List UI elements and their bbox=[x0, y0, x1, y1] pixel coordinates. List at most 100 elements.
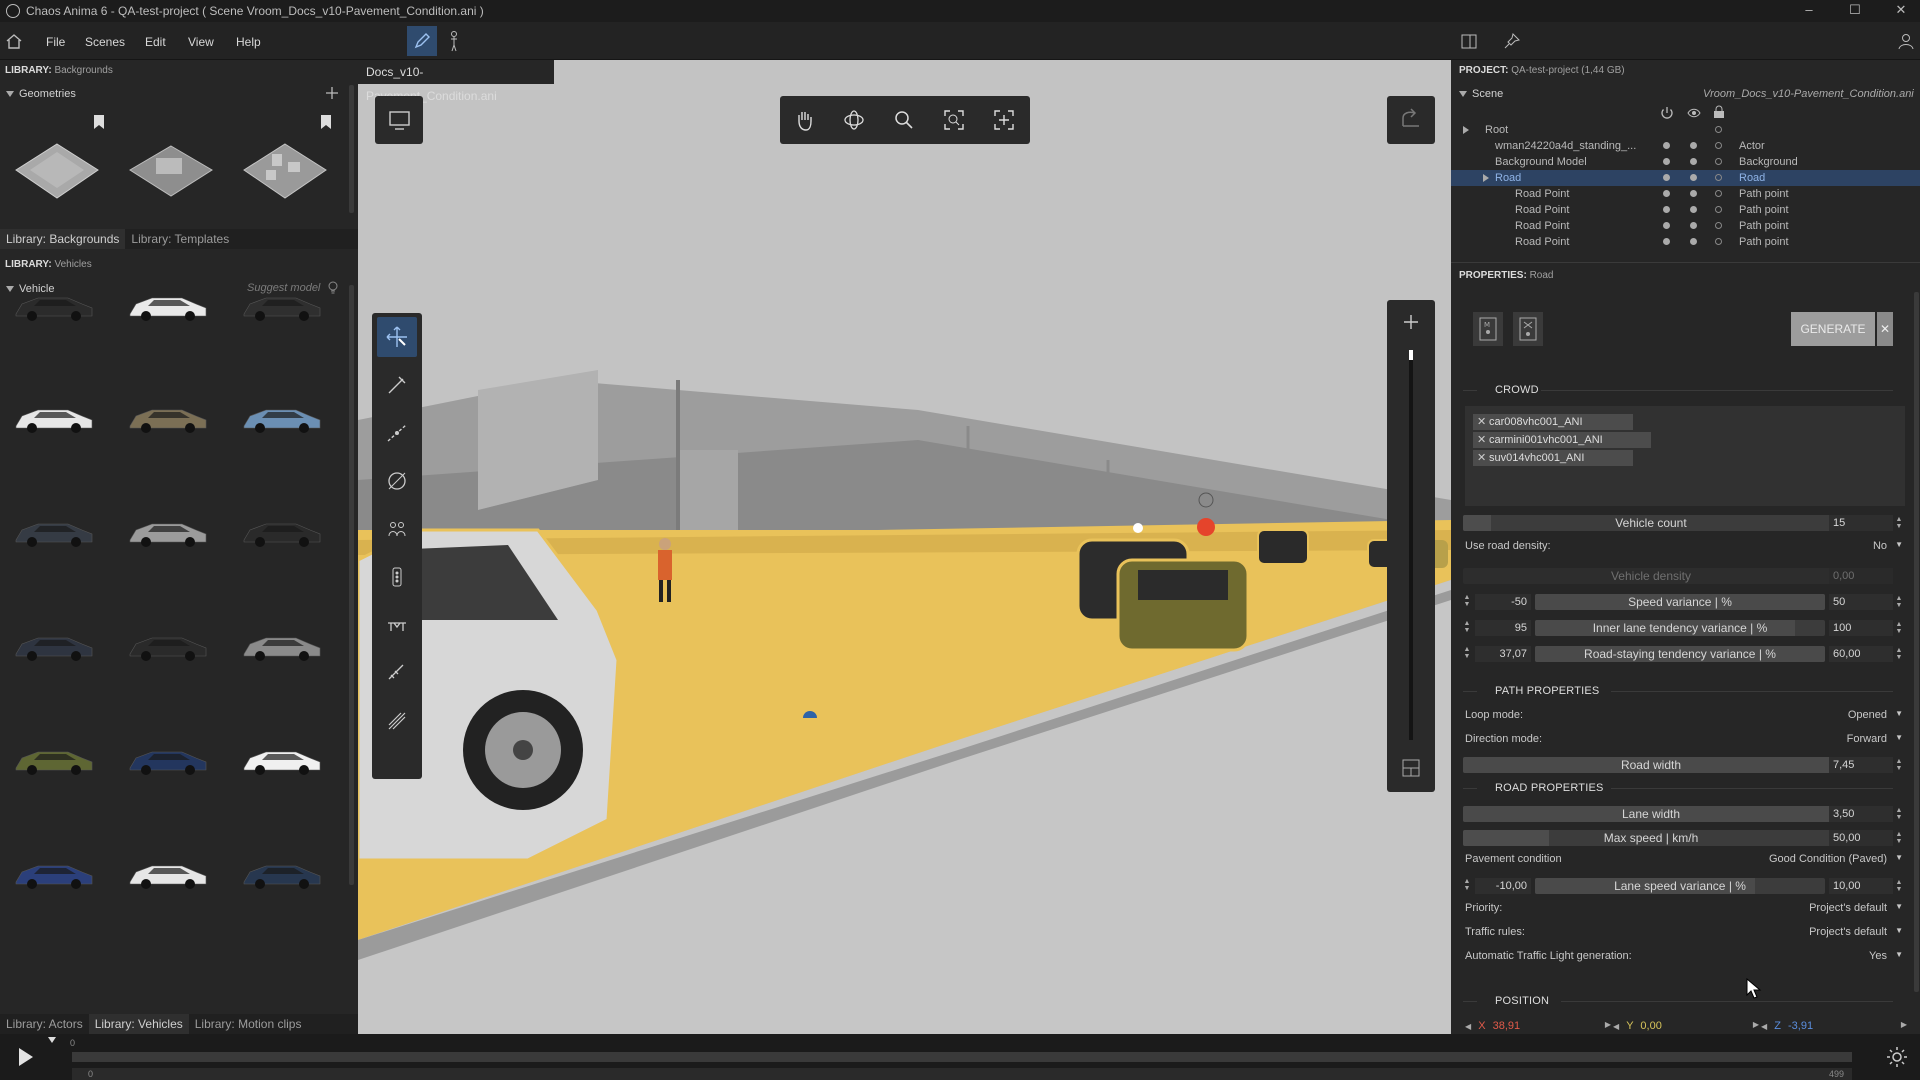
vehicle-count-input[interactable]: 15 bbox=[1829, 515, 1893, 531]
lane-width-slider[interactable]: Lane width bbox=[1463, 806, 1839, 822]
road-staying-max-input[interactable]: 60,00 bbox=[1829, 646, 1893, 662]
vehicle-count-slider[interactable]: Vehicle count bbox=[1463, 515, 1839, 531]
road-width-input[interactable]: 7,45 bbox=[1829, 757, 1893, 773]
vehicle-thumb[interactable] bbox=[12, 740, 96, 780]
visibility-toggle[interactable] bbox=[1690, 142, 1697, 149]
bookmark-star-icon[interactable] bbox=[93, 114, 105, 130]
lane-speed-min-spinner[interactable]: ▲ ▼ bbox=[1463, 878, 1471, 892]
timeline-range-bar[interactable]: 0 499 bbox=[72, 1068, 1852, 1080]
lock-toggle[interactable] bbox=[1715, 158, 1722, 165]
playhead-marker-icon[interactable] bbox=[48, 1034, 56, 1043]
lane-speed-max-input[interactable]: 10,00 bbox=[1829, 878, 1893, 894]
direction-mode-row[interactable]: Direction mode: Forward ▼ bbox=[1463, 733, 1903, 751]
remove-tag-icon[interactable]: ✕ bbox=[1477, 432, 1486, 448]
crowd-model-tag[interactable]: ✕ car008vhc001_ANI bbox=[1473, 414, 1633, 430]
road-staying-max-spinner[interactable]: ▲ ▼ bbox=[1895, 647, 1903, 661]
visibility-toggle[interactable] bbox=[1690, 158, 1697, 165]
lane-speed-min-input[interactable]: -10,00 bbox=[1475, 878, 1531, 894]
lane-speed-max-spinner[interactable]: ▲ ▼ bbox=[1895, 879, 1903, 893]
remove-tag-icon[interactable]: ✕ bbox=[1477, 414, 1486, 430]
geometry-thumb-2[interactable] bbox=[128, 140, 214, 202]
pavement-condition-row[interactable]: Pavement condition Good Condition (Paved… bbox=[1463, 853, 1903, 871]
display-mode-button[interactable] bbox=[375, 96, 423, 144]
lock-toggle[interactable] bbox=[1715, 190, 1722, 197]
scene-tree-row[interactable]: Root bbox=[1451, 122, 1920, 138]
scene-tree-row[interactable]: Road Road bbox=[1451, 170, 1920, 186]
lock-toggle[interactable] bbox=[1715, 222, 1722, 229]
vehicle-list-scrollbar[interactable] bbox=[349, 285, 354, 885]
vehicle-thumb[interactable] bbox=[12, 626, 96, 666]
lane-speed-slider[interactable]: Lane speed variance | % bbox=[1535, 878, 1825, 894]
traffic-rules-row[interactable]: Traffic rules: Project's default ▼ bbox=[1463, 926, 1903, 944]
lock-toggle[interactable] bbox=[1715, 126, 1722, 133]
enabled-toggle[interactable] bbox=[1663, 142, 1670, 149]
auto-traffic-light-row[interactable]: Automatic Traffic Light generation: Yes … bbox=[1463, 950, 1903, 968]
pin-icon[interactable] bbox=[1504, 33, 1520, 49]
menu-view[interactable]: View bbox=[188, 35, 214, 49]
enabled-toggle[interactable] bbox=[1663, 206, 1670, 213]
visibility-toggle[interactable] bbox=[1690, 190, 1697, 197]
geometry-thumb-3[interactable] bbox=[242, 140, 328, 202]
draw-path-tool[interactable] bbox=[377, 365, 417, 405]
lock-toggle[interactable] bbox=[1715, 142, 1722, 149]
generate-button[interactable]: GENERATE bbox=[1791, 312, 1875, 346]
speed-variance-max-input[interactable]: 50 bbox=[1829, 594, 1893, 610]
geometry-thumb-1[interactable] bbox=[14, 140, 100, 202]
tab-library-motion-clips[interactable]: Library: Motion clips bbox=[189, 1014, 308, 1034]
enabled-toggle[interactable] bbox=[1663, 158, 1670, 165]
properties-scrollbar[interactable] bbox=[1914, 292, 1919, 992]
close-window-button[interactable]: ✕ bbox=[1878, 0, 1920, 22]
edit-mode-button[interactable] bbox=[407, 26, 437, 56]
geometries-scrollbar[interactable] bbox=[349, 85, 354, 213]
inner-lane-min-spinner[interactable]: ▲ ▼ bbox=[1463, 620, 1471, 634]
scene-tree-row[interactable]: Road Point Path point bbox=[1451, 186, 1920, 202]
frame-all-button[interactable] bbox=[984, 100, 1024, 140]
enabled-toggle[interactable] bbox=[1663, 174, 1670, 181]
crowd-models-box[interactable]: ✕ car008vhc001_ANI ✕ carmini001vhc001_ANI … bbox=[1465, 406, 1905, 506]
speed-variance-max-spinner[interactable]: ▲ ▼ bbox=[1895, 595, 1903, 609]
lightbulb-icon[interactable] bbox=[328, 281, 338, 295]
max-speed-slider[interactable]: Max speed | km/h bbox=[1463, 830, 1839, 846]
clear-generated-button[interactable]: ✕ bbox=[1877, 312, 1893, 346]
traffic-light-tool[interactable] bbox=[377, 557, 417, 597]
max-speed-spinner[interactable]: ▲ ▼ bbox=[1895, 831, 1903, 845]
vehicle-thumb[interactable] bbox=[240, 626, 324, 666]
priority-row[interactable]: Priority: Project's default ▼ bbox=[1463, 902, 1903, 920]
visibility-toggle[interactable] bbox=[1690, 174, 1697, 181]
speed-variance-slider[interactable]: Speed variance | % bbox=[1535, 594, 1825, 610]
lane-width-input[interactable]: 3,50 bbox=[1829, 806, 1893, 822]
zoom-button[interactable] bbox=[884, 100, 924, 140]
crowd-tool[interactable] bbox=[377, 509, 417, 549]
position-x-field[interactable]: ◀ X 38,91 ▶ bbox=[1465, 1020, 1611, 1034]
scene-tree-row[interactable]: wman24220a4d_standing_... Actor bbox=[1451, 138, 1920, 154]
road-staying-min-input[interactable]: 37,07 bbox=[1475, 646, 1531, 662]
speed-variance-min-spinner[interactable]: ▲ ▼ bbox=[1463, 594, 1471, 608]
lock-toggle[interactable] bbox=[1715, 174, 1722, 181]
road-tool[interactable] bbox=[377, 413, 417, 453]
enabled-toggle[interactable] bbox=[1663, 238, 1670, 245]
speed-variance-min-input[interactable]: -50 bbox=[1475, 594, 1531, 610]
tab-library-templates[interactable]: Library: Templates bbox=[125, 229, 235, 249]
scene-tree-row[interactable]: Road Point Path point bbox=[1451, 202, 1920, 218]
inner-lane-max-input[interactable]: 100 bbox=[1829, 620, 1893, 636]
road-width-spinner[interactable]: ▲ ▼ bbox=[1895, 758, 1903, 772]
3d-viewport[interactable] bbox=[358, 60, 1451, 1034]
expand-triangle-icon[interactable] bbox=[1483, 174, 1489, 182]
vehicle-thumb[interactable] bbox=[126, 740, 210, 780]
vehicle-thumb[interactable] bbox=[126, 398, 210, 438]
vehicle-thumb[interactable] bbox=[240, 286, 324, 326]
crowd-area-tool[interactable] bbox=[377, 461, 417, 501]
visibility-toggle[interactable] bbox=[1690, 206, 1697, 213]
female-actor-button[interactable] bbox=[1513, 312, 1543, 346]
measure-tool[interactable] bbox=[377, 653, 417, 693]
pan-button[interactable] bbox=[784, 100, 824, 140]
home-icon[interactable] bbox=[6, 34, 22, 49]
lock-toggle[interactable] bbox=[1715, 206, 1722, 213]
loop-mode-row[interactable]: Loop mode: Opened ▼ bbox=[1463, 709, 1903, 727]
road-width-slider[interactable]: Road width bbox=[1463, 757, 1839, 773]
vehicle-thumb[interactable] bbox=[12, 286, 96, 326]
zoom-in-icon[interactable] bbox=[1403, 314, 1419, 330]
eye-icon[interactable] bbox=[1687, 107, 1701, 119]
menu-file[interactable]: File bbox=[46, 35, 65, 49]
remove-tag-icon[interactable]: ✕ bbox=[1477, 450, 1486, 466]
